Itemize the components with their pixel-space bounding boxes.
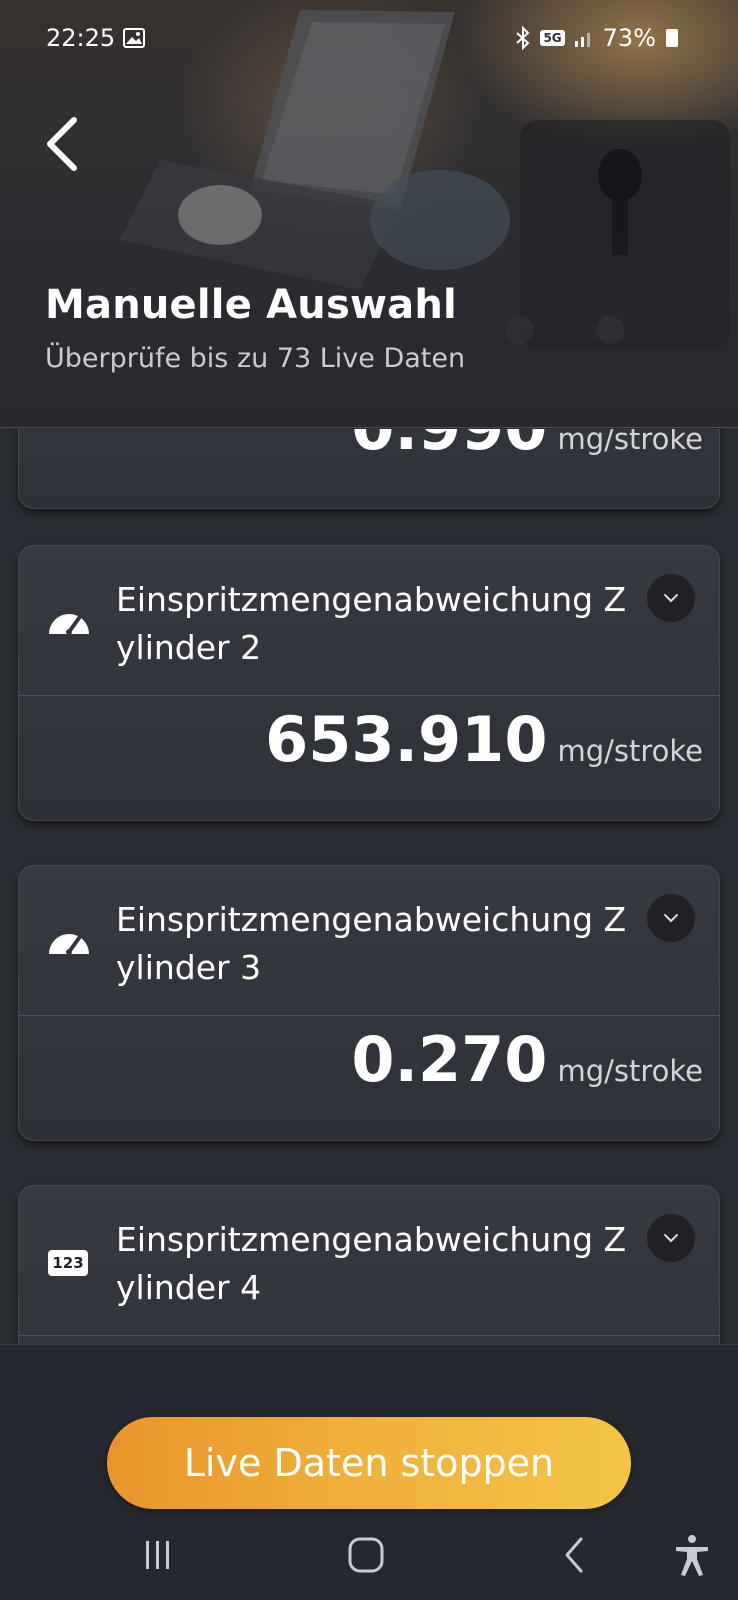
value-row: 653.910 mg/stroke	[265, 703, 703, 776]
status-indicators: 5G 73%	[514, 24, 678, 52]
number-badge-icon: 123	[48, 1250, 88, 1276]
battery-icon	[666, 29, 678, 47]
value-number: 0.990	[351, 429, 547, 464]
status-bar: 22:25 5G 73%	[0, 20, 738, 60]
accessibility-button[interactable]	[660, 1523, 724, 1587]
value-unit: mg/stroke	[557, 429, 703, 456]
gauge-icon	[49, 614, 89, 635]
bluetooth-icon	[516, 26, 530, 50]
card-header: Einspritzmengenabweichung Zylinder 3	[19, 866, 719, 1016]
live-data-card: 123 Einspritzmengenabweichung Zylinder 4	[18, 1185, 720, 1344]
back-nav-button[interactable]	[542, 1523, 606, 1587]
bottom-action-area: Live Daten stoppen	[0, 1344, 738, 1600]
card-header: Einspritzmengenabweichung Zylinder 2	[19, 546, 719, 696]
image-icon	[123, 28, 145, 48]
value-number: 653.910	[265, 703, 548, 776]
value-row: 0.270 mg/stroke	[351, 1023, 703, 1096]
stop-button-label: Live Daten stoppen	[183, 1441, 555, 1485]
back-arrow-icon	[565, 1537, 583, 1573]
stop-live-data-button[interactable]: Live Daten stoppen	[107, 1417, 631, 1509]
live-data-card-partial: 0.990 mg/stroke	[18, 429, 720, 509]
value-number: 0.270	[351, 1023, 548, 1096]
header-banner: 22:25 5G 73% Manuelle Auswahl Überprüfe …	[0, 0, 738, 428]
value-row: 0.990 mg/stroke	[351, 429, 703, 464]
chevron-down-icon	[664, 914, 678, 922]
card-title: Einspritzmengenabweichung Zylinder 3	[116, 900, 627, 987]
card-header: 123 Einspritzmengenabweichung Zylinder 4	[19, 1186, 719, 1336]
value-unit: mg/stroke	[557, 1054, 703, 1088]
expand-button[interactable]	[647, 894, 695, 942]
page-subtitle: Überprüfe bis zu 73 Live Daten	[45, 343, 466, 374]
home-button[interactable]	[334, 1523, 398, 1587]
home-icon	[348, 1537, 384, 1573]
live-data-list[interactable]: 0.990 mg/stroke Einspritzmengenabweichun…	[0, 429, 738, 1344]
network-badge: 5G	[540, 30, 565, 46]
battery-text: 73%	[602, 24, 656, 52]
card-title: Einspritzmengenabweichung Zylinder 4	[116, 1220, 627, 1307]
recent-apps-button[interactable]	[126, 1523, 190, 1587]
live-data-card: Einspritzmengenabweichung Zylinder 3 0.2…	[18, 865, 720, 1141]
status-time: 22:25	[46, 24, 116, 52]
chevron-down-icon	[664, 1234, 678, 1242]
expand-button[interactable]	[647, 1214, 695, 1262]
accessibility-icon	[676, 1535, 708, 1576]
recent-apps-icon	[146, 1541, 169, 1569]
signal-icon	[574, 33, 590, 47]
system-navigation-bar	[0, 1523, 738, 1593]
page-title: Manuelle Auswahl	[45, 282, 457, 328]
back-button[interactable]	[38, 112, 88, 172]
card-title: Einspritzmengenabweichung Zylinder 2	[116, 580, 627, 667]
value-unit: mg/stroke	[557, 734, 703, 768]
chevron-left-icon	[47, 117, 77, 171]
chevron-down-icon	[664, 594, 678, 602]
expand-button[interactable]	[647, 574, 695, 622]
gauge-icon	[49, 934, 89, 955]
live-data-card: Einspritzmengenabweichung Zylinder 2 653…	[18, 545, 720, 821]
